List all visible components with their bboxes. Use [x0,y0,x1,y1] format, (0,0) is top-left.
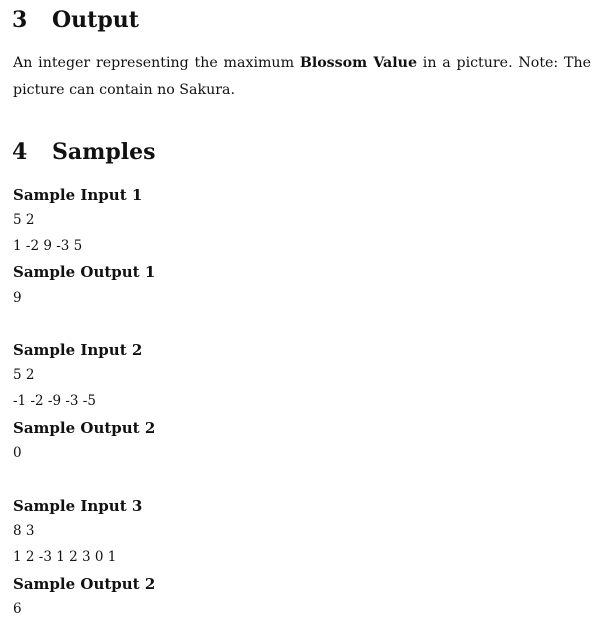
sample-input-line: 5 2 [13,212,35,228]
sample-input-line: -1 -2 -9 -3 -5 [13,393,96,409]
blossom-value-term: Blossom Value [299,55,417,71]
output-description: An integer representing the maximum Blos… [13,50,591,104]
sample-input-line: 8 3 [13,523,35,539]
sample-input-label: Sample Input 1 [13,186,143,204]
sample-input-line: 1 -2 9 -3 5 [13,238,83,254]
sample-input-line: 5 2 [13,367,35,383]
sample-output-label: Sample Output 2 [13,575,156,593]
sample-input-label: Sample Input 3 [13,497,143,515]
document-page: 3 Output An integer representing the maxi… [0,0,596,624]
sample-input-label: Sample Input 2 [13,341,143,359]
output-text-before: An integer representing the maximum [13,55,300,71]
section-number: 3 [12,7,28,33]
section-number: 4 [12,139,28,165]
sample-output-value: 0 [13,445,22,461]
section-heading-samples: 4 Samples [12,141,156,163]
section-title: Samples [52,139,156,165]
sample-output-value: 9 [13,290,22,306]
sample-output-label: Sample Output 2 [13,419,156,437]
section-heading-output: 3 Output [12,9,139,31]
section-title: Output [52,7,139,33]
sample-input-line: 1 2 -3 1 2 3 0 1 [13,549,117,565]
sample-output-label: Sample Output 1 [13,263,156,281]
sample-output-value: 6 [13,601,22,617]
